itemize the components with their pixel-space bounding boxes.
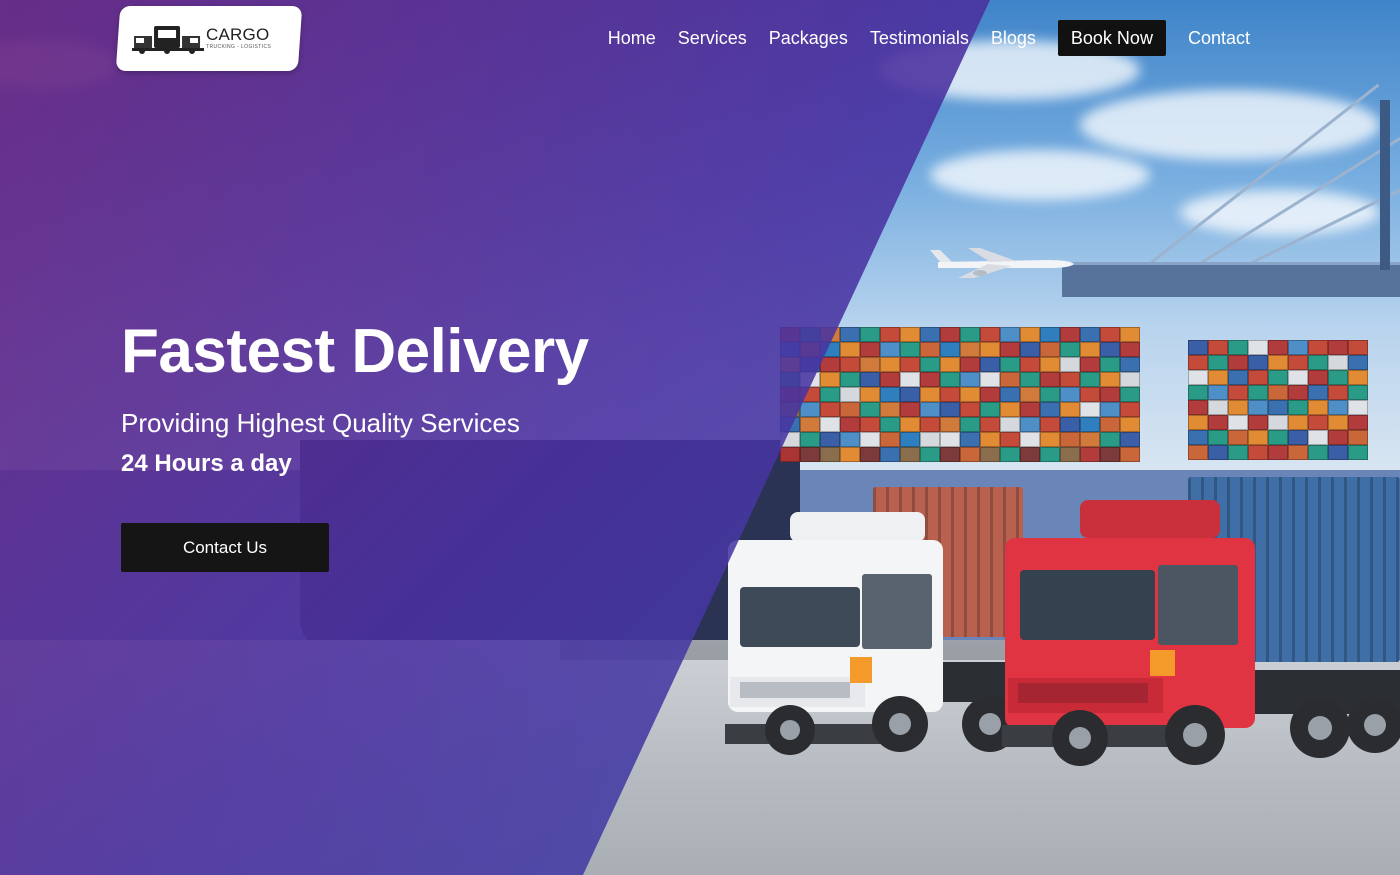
cloud — [930, 150, 1150, 200]
logo-text: CARGO TRUCKING - LOGISTICS — [206, 25, 272, 50]
nav-contact[interactable]: Contact — [1188, 20, 1250, 56]
truck-white-icon — [725, 512, 1020, 755]
nav-blogs[interactable]: Blogs — [991, 20, 1036, 56]
container-stack — [780, 327, 1140, 462]
contact-us-button[interactable]: Contact Us — [121, 523, 329, 572]
crane-leg — [1380, 100, 1390, 270]
logo-content: CARGO TRUCKING - LOGISTICS — [132, 20, 271, 56]
airplane-icon — [930, 248, 1074, 278]
brand-name: CARGO — [206, 25, 270, 44]
hero-title: Fastest Delivery — [121, 317, 589, 386]
container-stack — [1188, 340, 1368, 460]
nav-packages[interactable]: Packages — [769, 20, 848, 56]
truck-red-icon — [1002, 500, 1400, 766]
brand-logo[interactable]: CARGO TRUCKING - LOGISTICS — [115, 6, 303, 71]
main-nav: Home Services Packages Testimonials Blog… — [586, 20, 1250, 56]
truck-logo-icon — [132, 26, 205, 54]
nav-home[interactable]: Home — [608, 20, 656, 56]
book-now-button[interactable]: Book Now — [1057, 20, 1166, 56]
nav-testimonials[interactable]: Testimonials — [870, 20, 969, 56]
brand-tagline: TRUCKING - LOGISTICS — [206, 44, 272, 50]
cloud — [1080, 90, 1380, 160]
nav-services[interactable]: Services — [678, 20, 747, 56]
hero-hours: 24 Hours a day — [121, 450, 292, 477]
crane-beam — [1062, 262, 1400, 297]
hero-subtitle: Providing Highest Quality Services — [121, 408, 520, 438]
